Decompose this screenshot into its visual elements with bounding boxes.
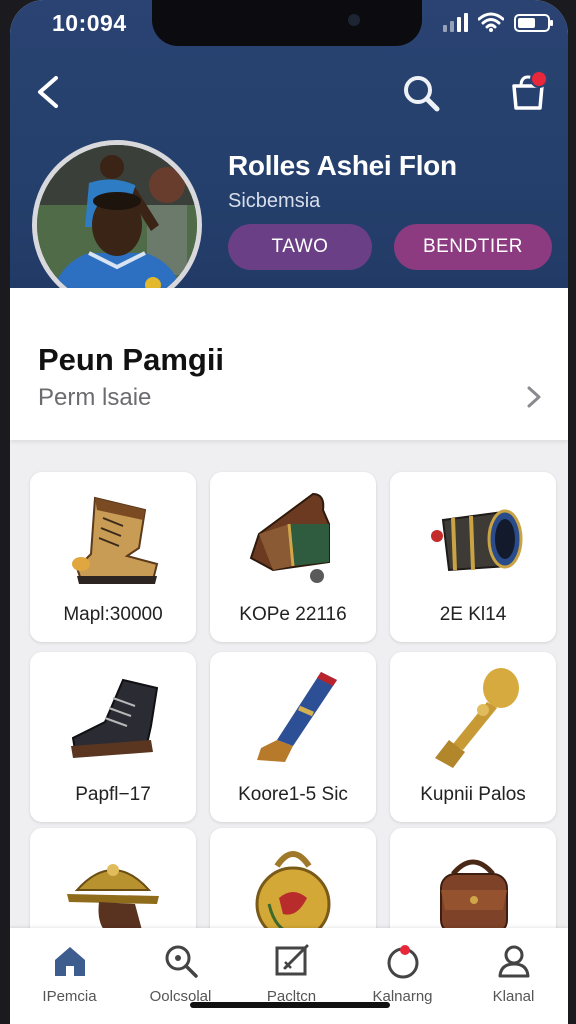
tab-edit[interactable]: Pacltcn [236, 928, 347, 1024]
product-grid: Mapl:30000 KOPe 22116 2E Kl14 Papfl−17 K… [10, 472, 568, 998]
section-header-card[interactable]: Peun Pamgii Perm lsaie [10, 288, 568, 440]
trophy-icon [435, 668, 519, 768]
status-icons [443, 12, 553, 32]
section-subtitle: Perm lsaie [38, 384, 152, 411]
product-tile[interactable]: Mapl:30000 [30, 472, 196, 642]
tab-timer[interactable]: Kalnarng [347, 928, 458, 1024]
product-label: Papfl−17 [75, 784, 151, 805]
search-button[interactable] [398, 70, 444, 116]
product-label: 2E Kl14 [439, 604, 507, 625]
home-indicator[interactable] [190, 1002, 390, 1008]
tab-label: IPemcia [42, 988, 97, 1005]
chevron-right-icon [527, 386, 541, 408]
edit-icon [275, 944, 309, 976]
product-tile[interactable]: 2E Kl14 [390, 472, 556, 642]
cart-badge [530, 70, 548, 88]
product-tile[interactable]: KOPe 22116 [210, 472, 376, 642]
product-label: KOPe 22116 [239, 604, 347, 625]
back-button[interactable] [28, 72, 68, 112]
avatar[interactable] [32, 140, 202, 310]
cart-button[interactable] [504, 68, 552, 116]
battery-fill [518, 18, 535, 28]
product-label: Kupnii Palos [420, 784, 526, 805]
profile-name: Rolles Ashei Flon [228, 150, 457, 181]
profile-subtitle: Sicbemsia [228, 190, 321, 212]
secondary-action-button[interactable]: BENDTIER [394, 224, 552, 270]
product-label: Mapl:30000 [63, 604, 163, 625]
status-time: 10:094 [52, 10, 127, 36]
tab-label: Klanal [492, 988, 535, 1005]
phone-screen: 10:094 Rolles Ashei Flon Sicbemsia TAWO … [10, 0, 568, 1024]
horn-icon [257, 672, 337, 762]
signal-icon [443, 12, 468, 32]
tab-profile[interactable]: Klanal [458, 928, 568, 1024]
camera-dot [348, 14, 360, 26]
chevron-left-icon [38, 76, 58, 108]
primary-action-button[interactable]: TAWO [228, 224, 372, 270]
section-title: Peun Pamgii [38, 342, 225, 377]
product-label: Koore1-5 Sic [238, 784, 348, 805]
search-icon [404, 76, 440, 112]
profile-header: 10:094 Rolles Ashei Flon Sicbemsia TAWO … [10, 0, 568, 310]
product-tile[interactable]: Koore1-5 Sic [210, 652, 376, 822]
user-icon [498, 945, 530, 978]
timer-icon [387, 945, 419, 979]
home-icon [55, 947, 85, 976]
tab-search[interactable]: Oolcsolal [125, 928, 236, 1024]
tab-home[interactable]: IPemcia [14, 928, 125, 1024]
bottom-tab-bar: IPemcia Oolcsolal Pacltcn Kalnarng Klana… [10, 928, 568, 1024]
canister-icon [431, 509, 523, 572]
player-photo [37, 145, 197, 305]
bag-icon [249, 492, 330, 583]
camera-notch [152, 0, 422, 46]
product-tile[interactable]: Papfl−17 [30, 652, 196, 822]
wifi-icon [478, 12, 504, 32]
battery-icon [514, 14, 553, 32]
boot-icon [72, 496, 159, 584]
shoe-icon [71, 678, 159, 758]
search-icon [165, 945, 198, 978]
product-tile[interactable]: Kupnii Palos [390, 652, 556, 822]
